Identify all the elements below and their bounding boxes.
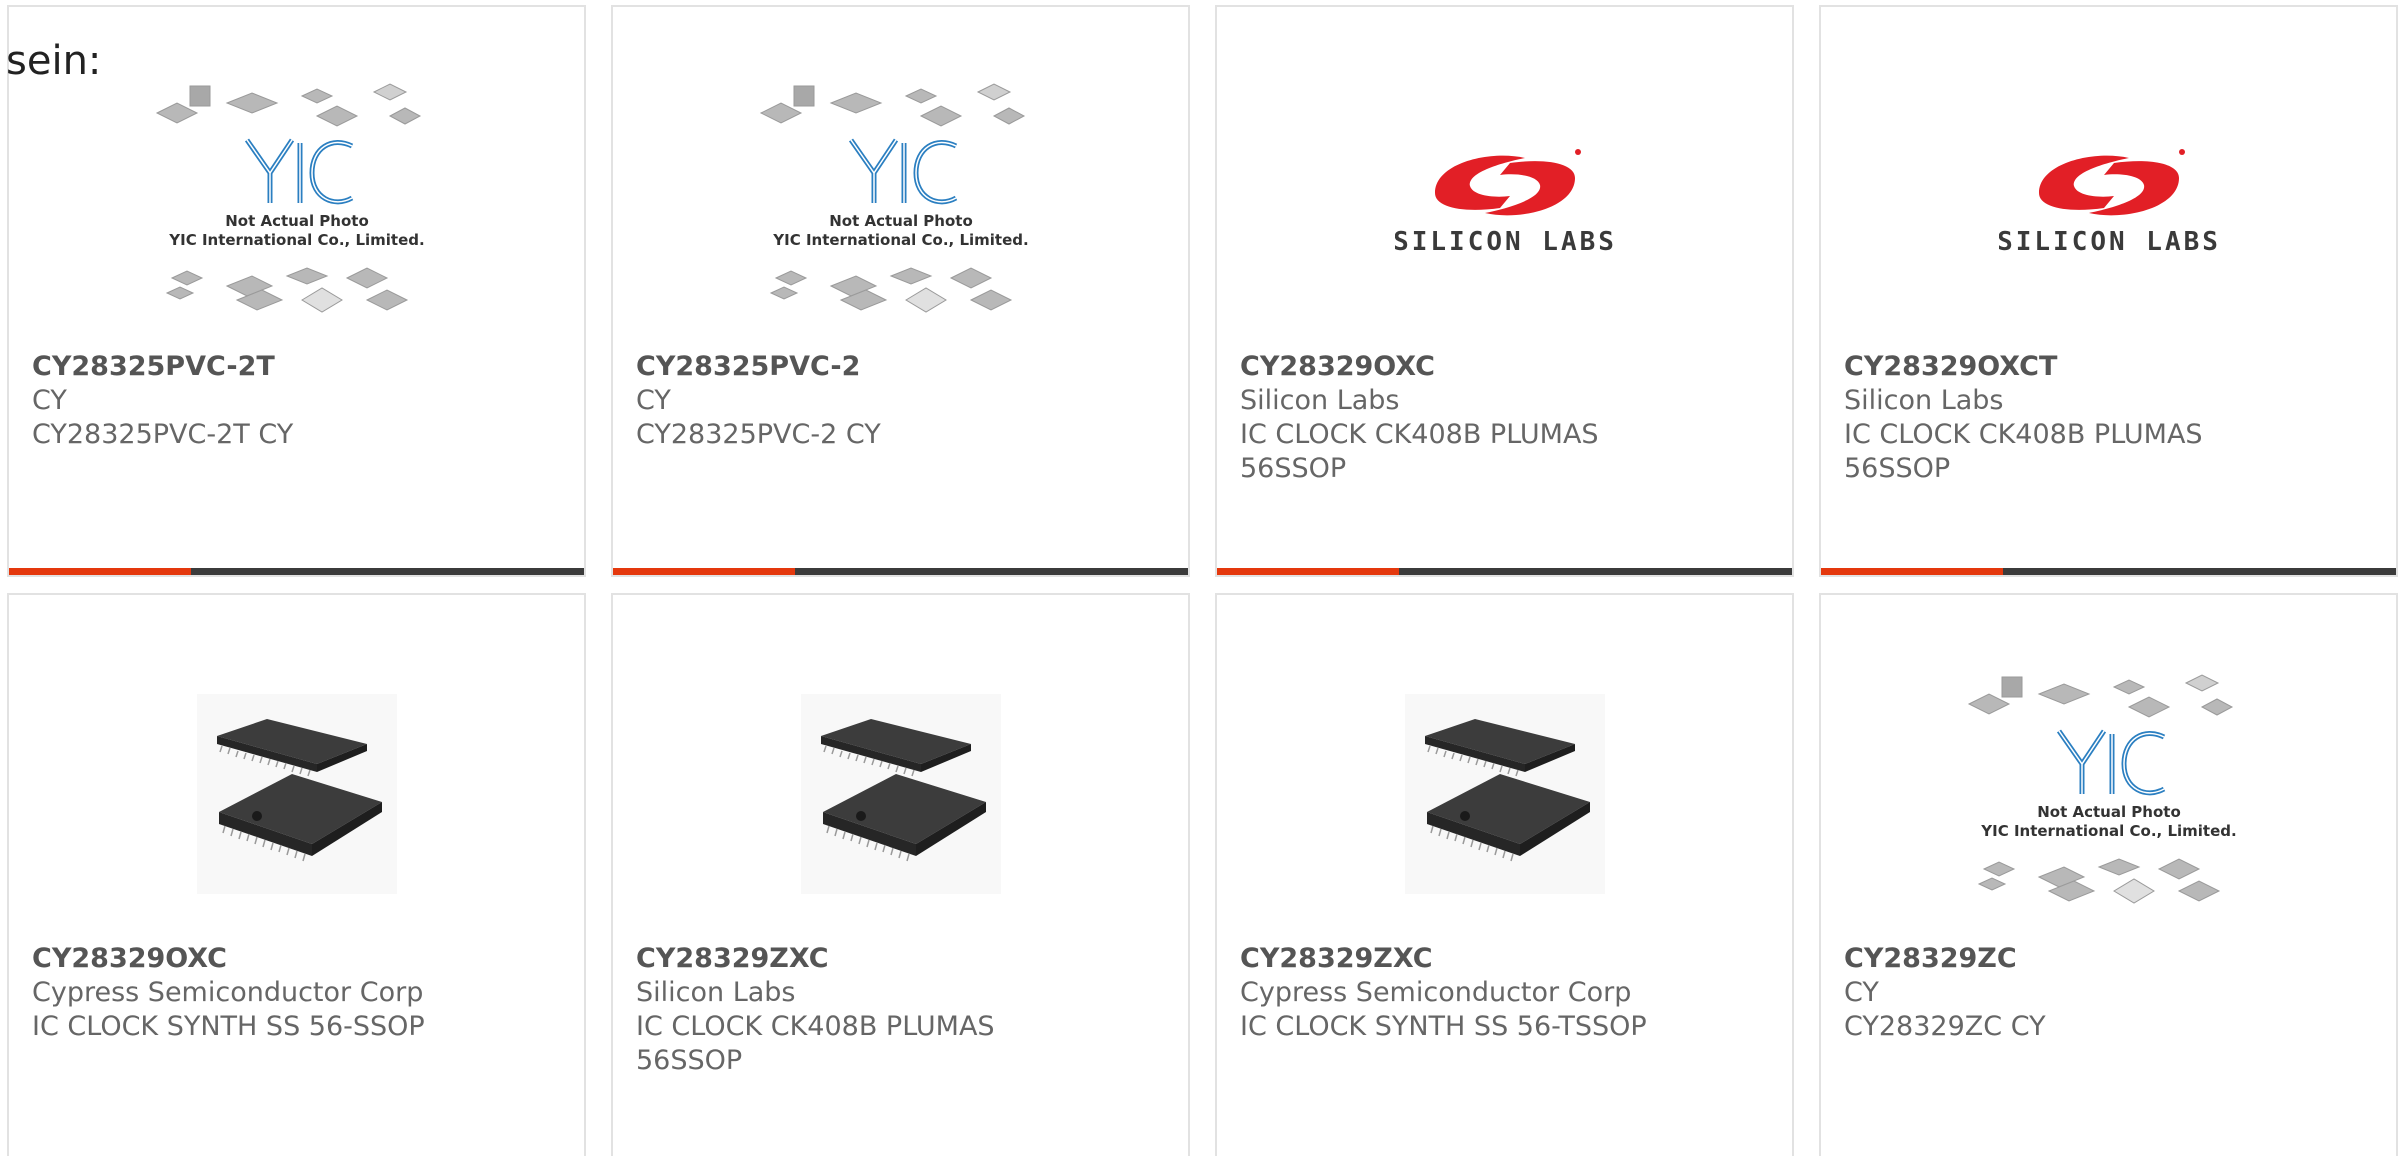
ssop-chip-photo: [800, 694, 1001, 894]
card-bottom-bar: [1217, 568, 1792, 575]
product-image[interactable]: Not Actual Photo YIC International Co., …: [613, 59, 1188, 347]
card-bottom-bar-accent: [1217, 568, 1399, 575]
placeholder-line2: YIC International Co., Limited.: [168, 231, 424, 249]
product-description: CY28329ZC CY: [1844, 1011, 2046, 1042]
product-description: 56SSOP: [1240, 453, 1347, 484]
placeholder-line2: YIC International Co., Limited.: [772, 231, 1028, 249]
product-card[interactable]: Not Actual Photo YIC International Co., …: [7, 5, 586, 577]
manufacturer: Cypress Semiconductor Corp: [1240, 977, 1632, 1008]
part-number-link[interactable]: CY28329OXC: [1240, 350, 1732, 384]
product-image[interactable]: [9, 650, 584, 938]
product-description: IC CLOCK CK408B PLUMAS: [636, 1011, 995, 1042]
card-bottom-bar-accent: [1821, 568, 2003, 575]
product-card[interactable]: CY28329OXC Cypress Semiconductor Corp IC C…: [7, 593, 586, 1156]
product-card[interactable]: Not Actual Photo YIC International Co., …: [1819, 593, 2398, 1156]
card-bottom-bar: [1821, 568, 2396, 575]
product-card[interactable]: SILICON LABS CY28329OXC Silicon Labs IC CL…: [1215, 5, 1794, 577]
yic-placeholder-image: Not Actual Photo YIC International Co., …: [155, 83, 424, 313]
product-info: CY28329ZXC Cypress Semiconductor Corp IC C…: [1240, 942, 1732, 1044]
product-card[interactable]: CY28329ZXC Silicon Labs IC CLOCK CK408B PL…: [611, 593, 1190, 1156]
product-description: IC CLOCK CK408B PLUMAS: [1240, 419, 1599, 450]
product-description: 56SSOP: [636, 1045, 743, 1076]
product-description: IC CLOCK SYNTH SS 56-SSOP: [32, 1011, 425, 1042]
ssop-chip-photo: [196, 694, 397, 894]
product-image[interactable]: SILICON LABS: [1821, 59, 2396, 347]
manufacturer: CY: [32, 385, 67, 416]
product-info: CY28329ZC CY CY28329ZC CY: [1844, 942, 2336, 1044]
card-bottom-bar: [613, 568, 1188, 575]
card-bottom-bar: [9, 568, 584, 575]
product-description: IC CLOCK SYNTH SS 56-TSSOP: [1240, 1011, 1647, 1042]
ssop-chip-photo: [1404, 694, 1605, 894]
product-description: 56SSOP: [1844, 453, 1951, 484]
placeholder-line1: Not Actual Photo: [2037, 803, 2181, 821]
product-info: CY28329OXC Cypress Semiconductor Corp IC C…: [32, 942, 524, 1044]
product-info: CY28329OXC Silicon Labs IC CLOCK CK408B PL…: [1240, 350, 1732, 486]
silicon-labs-logo: SILICON LABS: [1395, 149, 1615, 257]
part-number-link[interactable]: CY28329OXCT: [1844, 350, 2336, 384]
placeholder-line2: YIC International Co., Limited.: [1980, 822, 2236, 840]
product-image[interactable]: [1217, 650, 1792, 938]
part-number-link[interactable]: CY28325PVC-2T: [32, 350, 524, 384]
product-card[interactable]: SILICON LABS CY28329OXCT Silicon Labs IC C…: [1819, 5, 2398, 577]
part-number-link[interactable]: CY28329ZXC: [1240, 942, 1732, 976]
placeholder-line1: Not Actual Photo: [225, 212, 369, 230]
manufacturer: CY: [1844, 977, 1879, 1008]
silicon-labs-logo-text: SILICON LABS: [1395, 227, 1615, 257]
part-number-link[interactable]: CY28325PVC-2: [636, 350, 1128, 384]
silicon-labs-logo: SILICON LABS: [1999, 149, 2219, 257]
yic-placeholder-image: Not Actual Photo YIC International Co., …: [759, 83, 1028, 313]
manufacturer: Cypress Semiconductor Corp: [32, 977, 424, 1008]
page: sein: Not Actual Photo YIC International…: [0, 0, 2400, 1156]
placeholder-line1: Not Actual Photo: [829, 212, 973, 230]
product-description: IC CLOCK CK408B PLUMAS: [1844, 419, 2203, 450]
product-card[interactable]: CY28329ZXC Cypress Semiconductor Corp IC C…: [1215, 593, 1794, 1156]
product-description: CY28325PVC-2 CY: [636, 419, 881, 450]
product-description: CY28325PVC-2T CY: [32, 419, 294, 450]
product-info: CY28325PVC-2T CY CY28325PVC-2T CY: [32, 350, 524, 452]
product-info: CY28329ZXC Silicon Labs IC CLOCK CK408B PL…: [636, 942, 1128, 1078]
product-card[interactable]: Not Actual Photo YIC International Co., …: [611, 5, 1190, 577]
product-info: CY28325PVC-2 CY CY28325PVC-2 CY: [636, 350, 1128, 452]
card-bottom-bar-accent: [9, 568, 191, 575]
product-image[interactable]: SILICON LABS: [1217, 59, 1792, 347]
manufacturer: Silicon Labs: [636, 977, 796, 1008]
product-image[interactable]: [613, 650, 1188, 938]
part-number-link[interactable]: CY28329ZC: [1844, 942, 2336, 976]
manufacturer: CY: [636, 385, 671, 416]
part-number-link[interactable]: CY28329ZXC: [636, 942, 1128, 976]
product-info: CY28329OXCT Silicon Labs IC CLOCK CK408B P…: [1844, 350, 2336, 486]
intro-text: sein:: [6, 38, 102, 84]
product-grid: Not Actual Photo YIC International Co., …: [7, 5, 2398, 1156]
yic-placeholder-image: Not Actual Photo YIC International Co., …: [1967, 674, 2236, 904]
manufacturer: Silicon Labs: [1844, 385, 2004, 416]
card-bottom-bar-accent: [613, 568, 795, 575]
product-image[interactable]: Not Actual Photo YIC International Co., …: [1821, 650, 2396, 938]
part-number-link[interactable]: CY28329OXC: [32, 942, 524, 976]
product-image[interactable]: Not Actual Photo YIC International Co., …: [9, 59, 584, 347]
manufacturer: Silicon Labs: [1240, 385, 1400, 416]
silicon-labs-logo-text: SILICON LABS: [1999, 227, 2219, 257]
